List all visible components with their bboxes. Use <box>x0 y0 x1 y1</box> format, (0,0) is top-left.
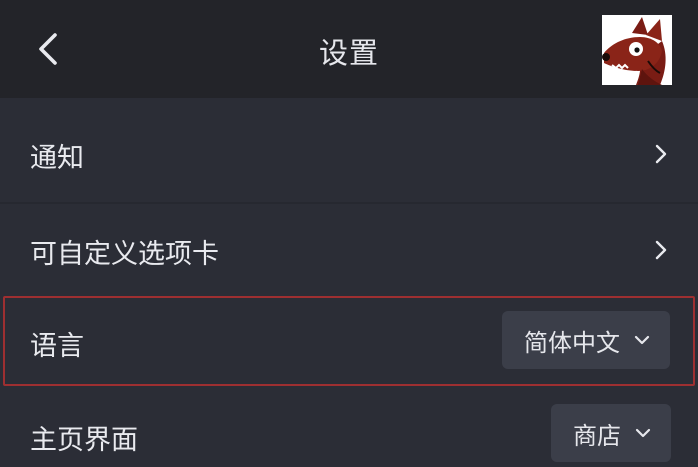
header-bar: 设置 <box>0 0 698 98</box>
settings-row-home: 主页界面 商店 <box>0 388 698 467</box>
settings-row-custom-tabs[interactable]: 可自定义选项卡 <box>0 204 698 294</box>
language-label: 语言 <box>30 331 84 362</box>
wolf-avatar-icon <box>602 15 672 85</box>
custom-tabs-label: 可自定义选项卡 <box>30 239 219 270</box>
home-select-value: 商店 <box>573 421 621 450</box>
notifications-label: 通知 <box>30 143 84 174</box>
chevron-right-icon <box>655 240 667 260</box>
chevron-down-icon <box>634 335 650 345</box>
chevron-right-icon <box>655 144 667 164</box>
language-select-value: 简体中文 <box>524 328 620 357</box>
avatar[interactable] <box>602 15 672 85</box>
chevron-down-icon <box>635 428 651 438</box>
home-select[interactable]: 商店 <box>551 404 671 462</box>
page-title: 设置 <box>318 36 379 70</box>
settings-row-language: 语言 简体中文 <box>0 298 698 384</box>
settings-row-notifications[interactable]: 通知 <box>0 98 698 204</box>
home-label: 主页界面 <box>30 425 138 456</box>
language-select[interactable]: 简体中文 <box>502 311 670 369</box>
